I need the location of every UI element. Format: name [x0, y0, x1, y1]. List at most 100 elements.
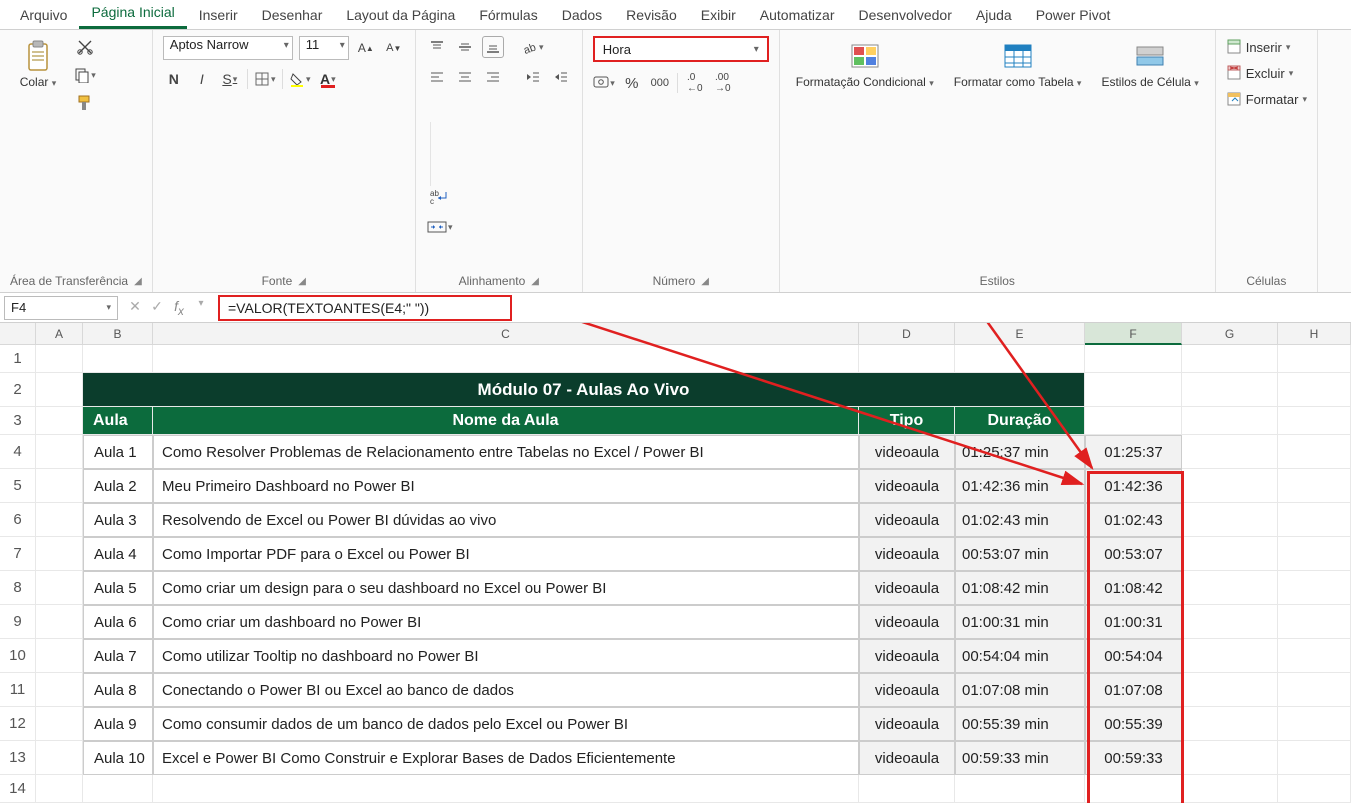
cell-tipo[interactable]: videoaula [859, 605, 955, 639]
name-box[interactable]: F4▾ [4, 296, 118, 320]
cell-aula[interactable]: Aula 8 [83, 673, 153, 707]
cell-tipo[interactable]: videoaula [859, 639, 955, 673]
row-head-14[interactable]: 14 [0, 775, 36, 803]
row-head-4[interactable]: 4 [0, 435, 36, 469]
row-head-6[interactable]: 6 [0, 503, 36, 537]
font-name-select[interactable]: Aptos Narrow▾ [163, 36, 293, 60]
number-launcher-icon[interactable]: ◢ [701, 276, 709, 287]
align-bottom-button[interactable] [482, 36, 504, 58]
cell-time[interactable]: 00:53:07 [1085, 537, 1182, 571]
border-button[interactable] [254, 68, 276, 90]
cell-tipo[interactable]: videoaula [859, 503, 955, 537]
col-head-D[interactable]: D [859, 323, 955, 345]
accounting-format-button[interactable] [593, 72, 615, 94]
menu-power-pivot[interactable]: Power Pivot [1024, 1, 1123, 29]
cell-tipo[interactable]: videoaula [859, 435, 955, 469]
cell-dur[interactable]: 00:54:04 min [955, 639, 1085, 673]
cell-time[interactable]: 00:54:04 [1085, 639, 1182, 673]
cell-nome[interactable]: Como criar um dashboard no Power BI [153, 605, 859, 639]
row-head-13[interactable]: 13 [0, 741, 36, 775]
merge-button[interactable] [426, 216, 454, 238]
row-head-8[interactable]: 8 [0, 571, 36, 605]
cell-dur[interactable]: 00:59:33 min [955, 741, 1085, 775]
cell-tipo[interactable]: videoaula [859, 469, 955, 503]
cut-button[interactable] [74, 36, 96, 58]
row-head-5[interactable]: 5 [0, 469, 36, 503]
alignment-launcher-icon[interactable]: ◢ [531, 276, 539, 287]
orientation-button[interactable]: ab [522, 36, 544, 58]
col-head-B[interactable]: B [83, 323, 153, 345]
cell-time[interactable]: 01:42:36 [1085, 469, 1182, 503]
clipboard-launcher-icon[interactable]: ◢ [134, 276, 142, 287]
menu-revisao[interactable]: Revisão [614, 1, 689, 29]
cell-dur[interactable]: 01:02:43 min [955, 503, 1085, 537]
col-head-C[interactable]: C [153, 323, 859, 345]
cell-dur[interactable]: 01:25:37 min [955, 435, 1085, 469]
col-head-A[interactable]: A [36, 323, 83, 345]
italic-button[interactable]: I [191, 68, 213, 90]
align-middle-button[interactable] [454, 36, 476, 58]
cell-dur[interactable]: 00:53:07 min [955, 537, 1085, 571]
spreadsheet-grid[interactable]: A B C D E F G H 1 2 Módulo 07 - Aulas Ao… [0, 323, 1351, 803]
cell-aula[interactable]: Aula 4 [83, 537, 153, 571]
cell-time[interactable]: 01:00:31 [1085, 605, 1182, 639]
cell-time[interactable]: 00:59:33 [1085, 741, 1182, 775]
align-top-button[interactable] [426, 36, 448, 58]
decrease-decimal-button[interactable]: .00→0 [712, 72, 734, 94]
row-head-12[interactable]: 12 [0, 707, 36, 741]
cell-dur[interactable]: 01:00:31 min [955, 605, 1085, 639]
increase-font-button[interactable]: A▲ [355, 37, 377, 59]
cell-time[interactable]: 01:02:43 [1085, 503, 1182, 537]
cell-nome[interactable]: Como utilizar Tooltip no dashboard no Po… [153, 639, 859, 673]
cell-dur[interactable]: 01:08:42 min [955, 571, 1085, 605]
menu-ajuda[interactable]: Ajuda [964, 1, 1024, 29]
menu-formulas[interactable]: Fórmulas [467, 1, 549, 29]
cell-aula[interactable]: Aula 5 [83, 571, 153, 605]
col-head-H[interactable]: H [1278, 323, 1351, 345]
align-right-button[interactable] [482, 66, 504, 88]
cell-tipo[interactable]: videoaula [859, 707, 955, 741]
row-head-2[interactable]: 2 [0, 373, 36, 407]
percent-button[interactable]: % [621, 72, 643, 94]
select-all-corner[interactable] [0, 323, 36, 345]
cell-aula[interactable]: Aula 9 [83, 707, 153, 741]
cell-tipo[interactable]: videoaula [859, 537, 955, 571]
cell-aula[interactable]: Aula 2 [83, 469, 153, 503]
col-head-E[interactable]: E [955, 323, 1085, 345]
font-color-button[interactable]: A [317, 68, 339, 90]
wrap-text-button[interactable]: abc [426, 186, 454, 208]
cell-nome[interactable]: Conectando o Power BI ou Excel ao banco … [153, 673, 859, 707]
copy-button[interactable] [74, 64, 96, 86]
font-launcher-icon[interactable]: ◢ [298, 276, 306, 287]
delete-button[interactable]: Excluir ▾ [1226, 62, 1294, 84]
align-left-button[interactable] [426, 66, 448, 88]
cell-aula[interactable]: Aula 7 [83, 639, 153, 673]
cell-time[interactable]: 01:07:08 [1085, 673, 1182, 707]
cell-nome[interactable]: Como Resolver Problemas de Relacionament… [153, 435, 859, 469]
align-center-button[interactable] [454, 66, 476, 88]
fx-button[interactable]: fx [170, 298, 188, 318]
menu-desenvolvedor[interactable]: Desenvolvedor [846, 1, 963, 29]
enter-formula-button[interactable]: ✓ [148, 298, 166, 318]
cell-tipo[interactable]: videoaula [859, 673, 955, 707]
menu-automatizar[interactable]: Automatizar [748, 1, 847, 29]
cell-nome[interactable]: Excel e Power BI Como Construir e Explor… [153, 741, 859, 775]
row-head-1[interactable]: 1 [0, 345, 36, 373]
formula-input[interactable]: =VALOR(TEXTOANTES(E4;" ")) [218, 295, 512, 321]
cell-nome[interactable]: Como Importar PDF para o Excel ou Power … [153, 537, 859, 571]
insert-button[interactable]: Inserir ▾ [1226, 36, 1291, 58]
conditional-formatting-button[interactable]: Formatação Condicional ▾ [790, 36, 940, 93]
menu-exibir[interactable]: Exibir [689, 1, 748, 29]
row-head-9[interactable]: 9 [0, 605, 36, 639]
cell-nome[interactable]: Como consumir dados de um banco de dados… [153, 707, 859, 741]
menu-layout[interactable]: Layout da Página [334, 1, 467, 29]
cancel-formula-button[interactable]: ✕ [126, 298, 144, 318]
fill-color-button[interactable] [289, 68, 311, 90]
cell-nome[interactable]: Resolvendo de Excel ou Power BI dúvidas … [153, 503, 859, 537]
menu-inserir[interactable]: Inserir [187, 1, 250, 29]
number-format-select[interactable]: Hora ▾ [593, 36, 769, 62]
bold-button[interactable]: N [163, 68, 185, 90]
row-head-3[interactable]: 3 [0, 407, 36, 435]
format-as-table-button[interactable]: Formatar como Tabela ▾ [948, 36, 1088, 93]
cell-aula[interactable]: Aula 3 [83, 503, 153, 537]
